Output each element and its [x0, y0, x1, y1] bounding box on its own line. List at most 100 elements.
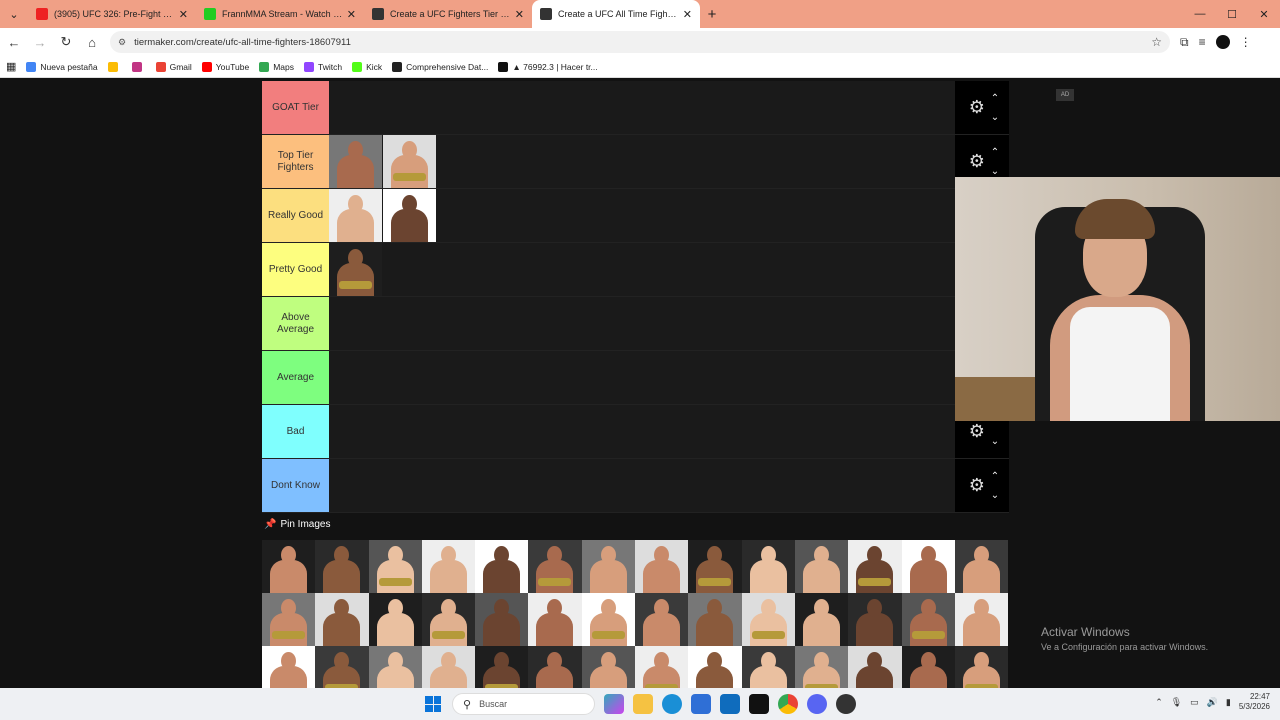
bookmark-item[interactable]: Maps	[259, 61, 294, 72]
pool-fighter-thumbnail[interactable]	[688, 540, 742, 593]
mic-icon[interactable]: 🎙	[1171, 697, 1182, 708]
bookmark-item[interactable]: ▲ 76992.3 | Hacer tr...	[498, 61, 598, 72]
pool-fighter-thumbnail[interactable]	[848, 540, 902, 593]
start-button[interactable]	[425, 696, 441, 712]
pool-fighter-thumbnail[interactable]	[635, 646, 689, 688]
pool-fighter-thumbnail[interactable]	[315, 540, 369, 593]
file-explorer-icon[interactable]	[633, 694, 653, 714]
pool-fighter-thumbnail[interactable]	[901, 540, 955, 593]
pool-fighter-thumbnail[interactable]	[794, 540, 849, 593]
tier-drop-zone[interactable]	[329, 81, 955, 134]
bookmark-item[interactable]: Gmail	[155, 61, 192, 72]
pool-fighter-thumbnail[interactable]	[368, 593, 422, 646]
gear-icon[interactable]: ⚙	[965, 421, 989, 442]
pool-fighter-thumbnail[interactable]	[741, 646, 795, 688]
tier-drop-zone[interactable]	[329, 135, 955, 188]
bookmark-item[interactable]: Comprehensive Dat...	[392, 61, 488, 72]
tab-search-button[interactable]: ⌄	[0, 0, 28, 28]
pool-fighter-thumbnail[interactable]	[954, 646, 1009, 688]
pool-fighter-thumbnail[interactable]	[262, 593, 316, 646]
outlook-icon[interactable]	[720, 694, 740, 714]
tier-label[interactable]: Really Good	[262, 189, 329, 242]
pool-fighter-thumbnail[interactable]	[794, 593, 849, 646]
pool-fighter-thumbnail[interactable]	[262, 540, 316, 593]
tier-label[interactable]: GOAT Tier	[262, 81, 329, 134]
site-info-icon[interactable]: ⚙	[118, 37, 126, 48]
bookmark-star-icon[interactable]: ☆	[1151, 35, 1162, 49]
pool-fighter-thumbnail[interactable]	[475, 646, 529, 688]
gear-icon[interactable]: ⚙	[965, 151, 989, 172]
bookmark-item[interactable]: YouTube	[201, 61, 249, 72]
tier-label[interactable]: Pretty Good	[262, 243, 329, 296]
profile-avatar[interactable]	[1215, 35, 1230, 49]
move-up-icon[interactable]: ⌃	[991, 467, 999, 486]
pool-fighter-thumbnail[interactable]	[635, 540, 689, 593]
volume-icon[interactable]: 🔊	[1207, 697, 1218, 708]
back-button[interactable]: ←	[2, 30, 26, 54]
battery-icon[interactable]: ▮	[1226, 697, 1231, 708]
pool-fighter-thumbnail[interactable]	[794, 646, 849, 688]
pool-fighter-thumbnail[interactable]	[741, 593, 795, 646]
chrome-icon[interactable]	[778, 694, 798, 714]
bookmark-item[interactable]	[107, 61, 122, 72]
pool-fighter-thumbnail[interactable]	[581, 646, 636, 688]
pin-images-toggle[interactable]: 📌 Pin Images	[264, 519, 330, 530]
pool-fighter-thumbnail[interactable]	[368, 540, 422, 593]
move-up-icon[interactable]: ⌃	[991, 143, 999, 162]
pool-fighter-thumbnail[interactable]	[954, 540, 1009, 593]
move-down-icon[interactable]: ⌄	[991, 432, 999, 451]
reload-button[interactable]: ↻	[54, 30, 78, 54]
bookmark-item[interactable]	[131, 61, 146, 72]
tier-drop-zone[interactable]	[329, 243, 955, 296]
new-tab-button[interactable]: +	[700, 0, 724, 28]
fighter-thumbnail[interactable]	[329, 135, 382, 188]
close-window-button[interactable]: ✕	[1248, 0, 1280, 28]
fighter-thumbnail[interactable]	[383, 189, 436, 242]
tier-label[interactable]: Bad	[262, 405, 329, 458]
browser-tab[interactable]: FrannMMA Stream - Watch Live... ✕	[196, 0, 364, 28]
pool-fighter-thumbnail[interactable]	[528, 540, 582, 593]
pool-fighter-thumbnail[interactable]	[262, 646, 316, 688]
pool-fighter-thumbnail[interactable]	[688, 593, 742, 646]
home-button[interactable]: ⌂	[80, 30, 104, 54]
tray-chevron-icon[interactable]: ⌃	[1155, 697, 1163, 708]
address-bar[interactable]: ⚙ tiermaker.com/create/ufc-all-time-figh…	[110, 31, 1170, 53]
pool-fighter-thumbnail[interactable]	[954, 593, 1009, 646]
media-icon[interactable]: ≡	[1199, 35, 1206, 49]
pool-fighter-thumbnail[interactable]	[901, 593, 955, 646]
extensions-icon[interactable]: ⧉	[1180, 35, 1189, 50]
copilot-icon[interactable]	[604, 694, 624, 714]
close-tab-icon[interactable]: ✕	[683, 8, 692, 21]
pool-fighter-thumbnail[interactable]	[635, 593, 689, 646]
tier-drop-zone[interactable]	[329, 189, 955, 242]
tier-label[interactable]: Top Tier Fighters	[262, 135, 329, 188]
pool-fighter-thumbnail[interactable]	[581, 540, 636, 593]
clock[interactable]: 22:47 5/3/2026	[1239, 692, 1270, 713]
store-icon[interactable]	[691, 694, 711, 714]
pool-fighter-thumbnail[interactable]	[741, 540, 795, 593]
tier-label[interactable]: Average	[262, 351, 329, 404]
bookmark-item[interactable]: Kick	[352, 61, 382, 72]
pool-fighter-thumbnail[interactable]	[368, 646, 422, 688]
close-tab-icon[interactable]: ✕	[179, 8, 188, 21]
tier-label[interactable]: Above Average	[262, 297, 329, 350]
pool-fighter-thumbnail[interactable]	[421, 646, 476, 688]
pool-fighter-thumbnail[interactable]	[848, 646, 902, 688]
close-tab-icon[interactable]: ✕	[347, 8, 356, 21]
move-up-icon[interactable]: ⌃	[991, 89, 999, 108]
pool-fighter-thumbnail[interactable]	[421, 593, 476, 646]
browser-tab[interactable]: Create a UFC Fighters Tier List ✕	[364, 0, 532, 28]
edge-icon[interactable]	[662, 694, 682, 714]
pool-fighter-thumbnail[interactable]	[475, 593, 529, 646]
gear-icon[interactable]: ⚙	[965, 97, 989, 118]
move-down-icon[interactable]: ⌄	[991, 486, 999, 505]
minimize-button[interactable]: —	[1184, 0, 1216, 28]
pool-fighter-thumbnail[interactable]	[581, 593, 636, 646]
forward-button[interactable]: →	[28, 30, 52, 54]
fighter-thumbnail[interactable]	[383, 135, 436, 188]
browser-tab[interactable]: Create a UFC All Time Fighters ✕	[532, 0, 700, 28]
menu-icon[interactable]: ⋮	[1240, 35, 1252, 49]
pool-fighter-thumbnail[interactable]	[848, 593, 902, 646]
close-tab-icon[interactable]: ✕	[515, 8, 524, 21]
fighter-thumbnail[interactable]	[329, 243, 382, 296]
